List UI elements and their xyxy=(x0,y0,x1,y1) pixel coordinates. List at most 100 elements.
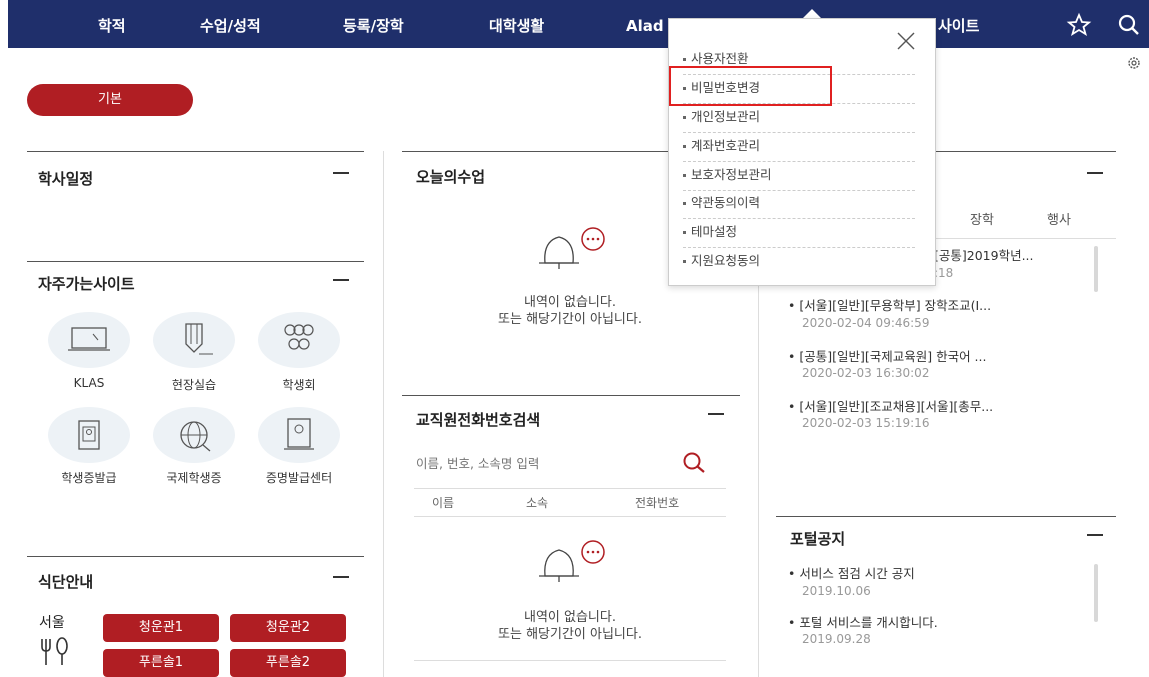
phone-search-icon[interactable] xyxy=(680,450,708,476)
portal-item-date: 2019.10.06 xyxy=(802,584,871,598)
nav-item-campus-life[interactable]: 대학생활 xyxy=(489,0,544,48)
notice-item-date: :18 xyxy=(934,266,954,280)
phone-search-title: 교직원전화번호검색 xyxy=(416,411,541,429)
notice-item-title[interactable]: • [공통][일반][국제교육원] 한국어 ... xyxy=(788,346,986,365)
bullet-icon xyxy=(683,202,686,205)
schedule-collapse-icon[interactable] xyxy=(333,172,349,174)
menu-item-label: 개인정보관리 xyxy=(691,109,761,124)
utensils-icon xyxy=(41,637,68,665)
column-header-name: 이름 xyxy=(432,496,455,510)
cafeteria-location: 서울 xyxy=(39,615,65,631)
cafeteria-title: 식단안내 xyxy=(38,573,94,591)
cafeteria-cheongun1-button[interactable]: 청운관1 xyxy=(103,614,219,642)
portal-item-title[interactable]: • 포털 서비스를 개시합니다. xyxy=(788,612,938,631)
phone-search-empty-line2: 또는 해당기간이 아닙니다. xyxy=(498,627,642,642)
menu-item-label: 테마설정 xyxy=(691,224,738,239)
globe-icon xyxy=(180,421,211,452)
nav-item-site[interactable]: 사이트 xyxy=(938,0,979,48)
certificate-icon xyxy=(284,418,314,450)
notice-item-title[interactable]: • [서울][일반][무용학부] 장학조교(I... xyxy=(788,295,991,314)
site-intl-student-id[interactable] xyxy=(153,407,235,463)
portal-collapse-icon[interactable] xyxy=(1087,534,1103,536)
user-settings-dropdown: 사용자전환 비밀번호변경 개인정보관리 계좌번호관리 보호자정보관리 약관동의이… xyxy=(668,18,936,286)
notice-item-title[interactable]: [공통]2019학년... xyxy=(934,245,1034,264)
notices-tab-scholarship[interactable]: 장학 xyxy=(970,209,994,228)
notice-item-date: 2020-02-03 16:30:02 xyxy=(802,366,930,380)
menu-item-label: 지원요청동의 xyxy=(691,253,761,268)
cafeteria-collapse-icon[interactable] xyxy=(333,576,349,578)
menu-item-label: 사용자전환 xyxy=(691,51,749,66)
menu-item-guardian-info[interactable]: 보호자정보관리 xyxy=(683,162,915,191)
site-internship[interactable] xyxy=(153,312,235,368)
nav-item-alad[interactable]: Alad xyxy=(626,0,664,48)
column-header-department: 소속 xyxy=(526,496,549,510)
site-certificate-center[interactable] xyxy=(258,407,340,463)
site-klas[interactable] xyxy=(48,312,130,368)
nav-item-class-grades[interactable]: 수업/성적 xyxy=(200,0,261,48)
bullet-icon xyxy=(683,145,686,148)
notices-collapse-icon[interactable] xyxy=(1087,172,1103,174)
notice-item-title[interactable]: • [서울][일반][조교채용][서울][총무... xyxy=(788,396,993,415)
notice-item-date: 2020-02-03 15:19:16 xyxy=(802,416,930,430)
site-student-council-label: 학생회 xyxy=(282,378,316,392)
sites-title: 자주가는사이트 xyxy=(38,275,135,293)
column-divider-left xyxy=(383,151,384,677)
menu-item-account-number[interactable]: 계좌번호관리 xyxy=(683,133,915,162)
bullet-icon xyxy=(683,231,686,234)
column-header-phone: 전화번호 xyxy=(635,496,680,510)
notices-scrollbar[interactable] xyxy=(1094,246,1098,292)
phone-search-input[interactable] xyxy=(414,448,668,478)
phone-search-input-divider xyxy=(414,488,726,489)
id-card-icon xyxy=(78,420,100,450)
site-internship-label: 현장실습 xyxy=(171,378,217,392)
portal-divider xyxy=(776,516,1116,517)
menu-item-support-consent[interactable]: 지원요청동의 xyxy=(683,248,915,276)
menu-item-label: 약관동의이력 xyxy=(691,195,761,210)
menu-item-label: 계좌번호관리 xyxy=(691,138,761,153)
search-icon[interactable] xyxy=(1116,12,1142,38)
cafeteria-cheongun2-button[interactable]: 청운관2 xyxy=(230,614,346,642)
menu-item-personal-info[interactable]: 개인정보관리 xyxy=(683,104,915,133)
nav-item-registration[interactable]: 등록/장학 xyxy=(343,0,404,48)
sites-collapse-icon[interactable] xyxy=(333,279,349,281)
people-icon xyxy=(284,324,314,350)
today-class-empty-line1: 내역이 없습니다. xyxy=(524,295,616,310)
cafeteria-divider xyxy=(27,556,364,557)
top-navigation-bar: 학적 수업/성적 등록/장학 대학생활 Alad 사이트 xyxy=(8,0,1149,48)
phone-table-header-divider xyxy=(414,516,726,517)
bullet-icon xyxy=(683,116,686,119)
phone-search-divider xyxy=(402,395,740,396)
site-student-council[interactable] xyxy=(258,312,340,368)
monitor-icon xyxy=(68,327,110,351)
gear-icon[interactable] xyxy=(1126,55,1142,71)
site-intl-student-id-label: 국제학생증 xyxy=(166,471,222,485)
bell-icon xyxy=(539,227,605,269)
portal-item-title[interactable]: • 서비스 점검 시간 공지 xyxy=(788,563,915,582)
bullet-icon xyxy=(683,260,686,263)
schedule-title: 학사일정 xyxy=(38,170,94,188)
portal-item-date: 2019.09.28 xyxy=(802,632,871,646)
site-klas-label: KLAS xyxy=(73,376,105,390)
bullet-icon xyxy=(683,174,686,177)
cafeteria-pureunsol1-button[interactable]: 푸른솔1 xyxy=(103,649,219,677)
sites-divider xyxy=(27,261,364,262)
site-student-id[interactable] xyxy=(48,407,130,463)
bell-icon xyxy=(539,540,605,582)
menu-item-terms-history[interactable]: 약관동의이력 xyxy=(683,190,915,219)
cafeteria-pureunsol2-button[interactable]: 푸른솔2 xyxy=(230,649,346,677)
phone-search-collapse-icon[interactable] xyxy=(708,413,724,415)
phone-search-empty-line1: 내역이 없습니다. xyxy=(524,610,616,625)
change-password-highlight xyxy=(669,66,832,106)
phone-table-bottom-divider xyxy=(414,660,726,661)
portal-title: 포털공지 xyxy=(790,530,846,548)
portal-scrollbar[interactable] xyxy=(1094,564,1098,622)
menu-item-label: 보호자정보관리 xyxy=(691,167,772,182)
star-icon[interactable] xyxy=(1066,12,1092,38)
menu-item-theme-settings[interactable]: 테마설정 xyxy=(683,219,915,248)
basic-theme-button[interactable]: 기본 xyxy=(27,84,193,116)
nav-item-academic[interactable]: 학적 xyxy=(98,0,126,48)
site-student-id-label: 학생증발급 xyxy=(61,471,117,485)
pencil-icon xyxy=(185,323,213,355)
notice-item-date: 2020-02-04 09:46:59 xyxy=(802,316,930,330)
notices-tab-event[interactable]: 행사 xyxy=(1047,209,1071,228)
